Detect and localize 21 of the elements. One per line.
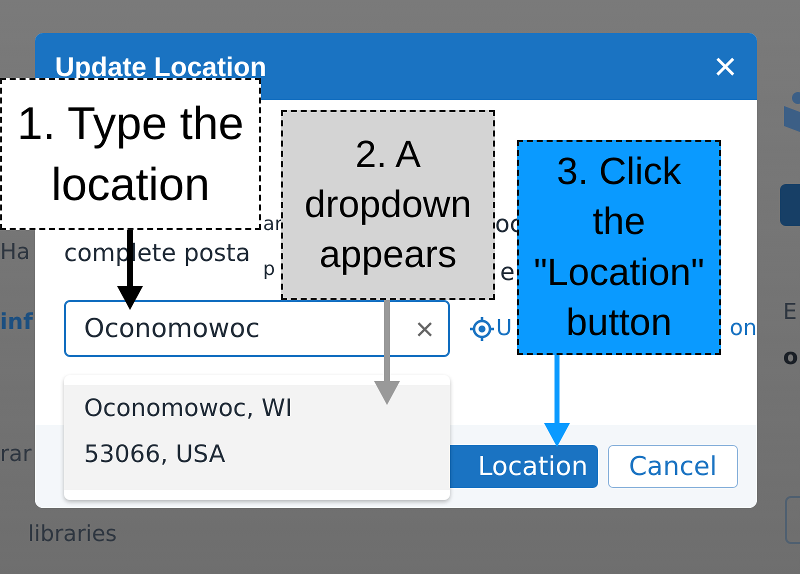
location-target-icon: [470, 316, 494, 340]
background-text: inf: [0, 310, 33, 335]
use-location-link[interactable]: on: [730, 316, 757, 341]
callout-box: 1. Type the location: [0, 78, 261, 230]
background-text: o: [783, 345, 798, 370]
background-text: E: [783, 300, 797, 325]
location-field[interactable]: Oconomowoc ×: [64, 300, 450, 357]
suggestion-option[interactable]: Oconomowoc, WI 53066, USA: [64, 385, 450, 490]
cancel-button[interactable]: Cancel: [608, 445, 738, 488]
background-text: Ha: [0, 240, 30, 265]
callout-box: 2. A dropdown appears: [281, 110, 495, 300]
body-text: p: [263, 258, 276, 280]
body-text: ar: [263, 213, 282, 235]
background-text: libraries: [28, 522, 117, 547]
use-location-link[interactable]: U: [496, 316, 512, 341]
close-button[interactable]: ×: [714, 46, 737, 86]
person-icon: [784, 92, 800, 132]
background-text: rar: [0, 442, 32, 467]
clear-button[interactable]: ×: [415, 312, 434, 344]
callout-box: 3. Click the "Location" button: [517, 140, 721, 355]
body-text: e: [500, 258, 515, 286]
